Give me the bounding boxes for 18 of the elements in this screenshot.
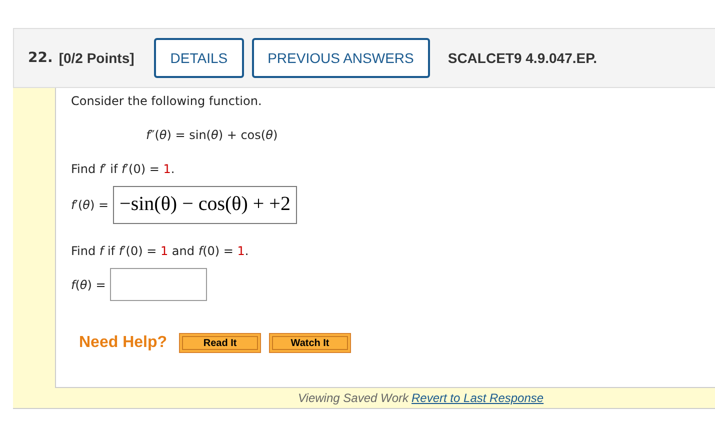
saved-work-text: Viewing Saved Work — [298, 391, 408, 405]
answer-label: f(θ) = — [71, 278, 106, 292]
points-label: [0/2 Points] — [58, 50, 134, 66]
header-button[interactable]: DETAILS — [154, 38, 244, 78]
answer-field[interactable] — [110, 268, 207, 301]
help-button[interactable]: Watch It — [269, 333, 352, 353]
need-help-label: Need Help? — [79, 334, 168, 352]
answer-label: f′(θ) = — [71, 198, 109, 212]
problem-code: SCALCET9 4.9.047.EP. — [448, 50, 598, 66]
part-prompt: Find f if f′(0) = 1 and f(0) = 1. — [71, 244, 250, 258]
revert-link[interactable]: Revert to Last Response — [412, 391, 544, 405]
header-button[interactable]: PREVIOUS ANSWERS — [252, 38, 430, 78]
intro-text: Consider the following function. — [71, 94, 263, 108]
question-number: 22. — [28, 50, 53, 66]
answer-field[interactable]: −sin(θ) − cos(θ) + +2 — [112, 186, 298, 224]
function-equation: f″(θ) = sin(θ) + cos(θ) — [146, 128, 279, 142]
part-prompt: Find f′ if f′(0) = 1. — [71, 162, 176, 176]
help-button[interactable]: Read It — [179, 333, 262, 353]
